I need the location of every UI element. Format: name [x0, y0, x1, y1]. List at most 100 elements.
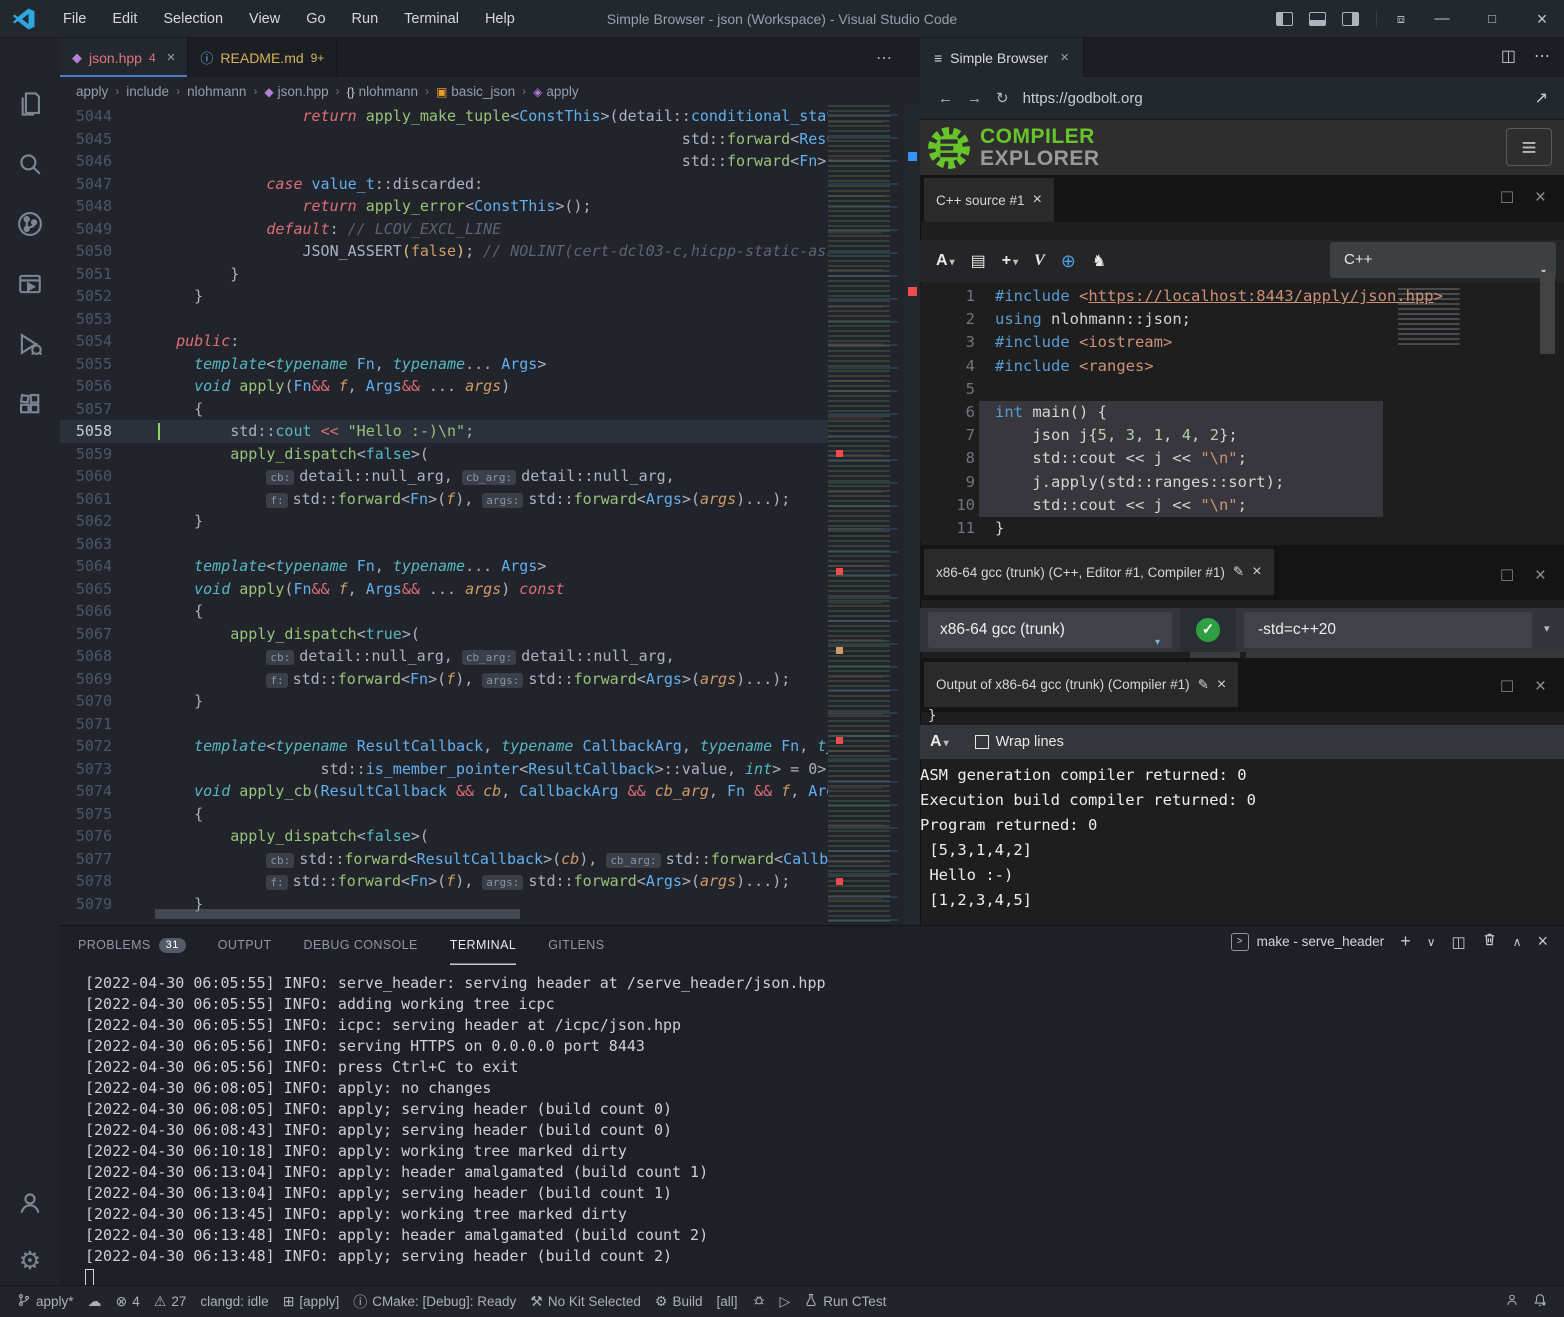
tab-readme.md[interactable]: ⓘREADME.md9+: [188, 38, 337, 77]
status-debug-bug[interactable]: [745, 1292, 773, 1312]
maximize-pane-icon[interactable]: □: [1501, 676, 1512, 698]
new-terminal-icon[interactable]: +: [1400, 931, 1411, 952]
terminal-dropdown-icon[interactable]: ∨: [1427, 935, 1436, 949]
font-size-icon[interactable]: A▾: [936, 252, 955, 270]
status-active-project-folder[interactable]: ⊞[apply]: [276, 1292, 347, 1312]
close-pane-icon[interactable]: ×: [1535, 676, 1546, 698]
toggle-panel-icon[interactable]: [1309, 12, 1326, 26]
status-clangd-idle[interactable]: clangd: idle: [193, 1292, 275, 1312]
panel-tab-terminal[interactable]: TERMINAL: [450, 925, 516, 965]
tab-compiler[interactable]: x86-64 gcc (trunk) (C++, Editor #1, Comp…: [924, 549, 1274, 595]
terminal-output[interactable]: [2022-04-30 06:05:55] INFO: serve_header…: [85, 973, 826, 1288]
status-info-circle[interactable]: ⓘCMake: [Debug]: Ready: [346, 1292, 523, 1312]
settings-gear-icon[interactable]: ⚙: [14, 1245, 46, 1277]
options-dropdown-icon[interactable]: ▾: [1544, 622, 1550, 635]
menu-item-run[interactable]: Run: [339, 0, 392, 38]
breadcrumb-item-nlohmann[interactable]: {}nlohmann: [347, 84, 418, 99]
zoom-icon[interactable]: ⊕: [1061, 251, 1076, 272]
status-feedback-person[interactable]: [1498, 1293, 1526, 1310]
tools-icon[interactable]: ♞: [1092, 251, 1106, 271]
terminal-selector[interactable]: > make - serve_header: [1231, 933, 1385, 951]
maximize-panel-icon[interactable]: ∧: [1513, 935, 1522, 949]
status-launch-play[interactable]: ▷: [773, 1292, 798, 1312]
explorer-icon[interactable]: [14, 88, 46, 120]
close-pane-icon[interactable]: ×: [1217, 676, 1226, 694]
compiler-select[interactable]: x86-64 gcc (trunk) ▾: [928, 612, 1172, 648]
toggle-sidebar-icon[interactable]: [1276, 12, 1293, 26]
breadcrumb-item-nlohmann[interactable]: nlohmann: [187, 84, 246, 99]
menu-item-help[interactable]: Help: [472, 0, 528, 38]
more-actions-kebab-icon[interactable]: ⋯: [1534, 46, 1550, 66]
breadcrumb-item-json.hpp[interactable]: ◆json.hpp: [264, 84, 328, 99]
menu-item-go[interactable]: Go: [293, 0, 338, 38]
horizontal-scrollbar[interactable]: [155, 909, 520, 919]
minimize-button[interactable]: —: [1420, 0, 1464, 38]
tab-cpp-source[interactable]: C++ source #1 ×: [924, 178, 1054, 222]
breadcrumb-item-apply[interactable]: ◈apply: [533, 84, 579, 99]
split-terminal-icon[interactable]: ◫: [1452, 933, 1466, 951]
panel-tab-problems[interactable]: PROBLEMS31: [78, 925, 186, 965]
status-notifications-bell[interactable]: [1526, 1293, 1554, 1310]
live-preview-icon[interactable]: [14, 268, 46, 300]
compiler-options-input[interactable]: -std=c++20: [1244, 612, 1532, 648]
customize-layout-icon[interactable]: ⧈: [1397, 11, 1406, 27]
close-window-button[interactable]: ×: [1520, 0, 1564, 38]
maximize-pane-icon[interactable]: □: [1501, 565, 1512, 587]
close-pane-icon[interactable]: ×: [1033, 191, 1042, 209]
wrap-lines-checkbox[interactable]: [975, 735, 989, 749]
godbolt-scrollbar[interactable]: [1540, 272, 1555, 354]
menu-item-file[interactable]: File: [50, 0, 99, 38]
language-select[interactable]: C++ ▾: [1330, 242, 1556, 278]
minimap[interactable]: [828, 105, 905, 925]
vim-mode-icon[interactable]: V: [1034, 252, 1045, 270]
status-publish-cloud[interactable]: ☁: [81, 1292, 109, 1312]
rename-pane-icon[interactable]: ✎: [1198, 677, 1209, 693]
close-pane-icon[interactable]: ×: [1535, 565, 1546, 587]
close-tab-icon[interactable]: ×: [1060, 49, 1069, 66]
status-build-gear[interactable]: ⚙Build: [648, 1292, 710, 1312]
panel-tab-output[interactable]: OUTPUT: [218, 925, 272, 965]
url-input[interactable]: https://godbolt.org: [1023, 90, 1143, 107]
status-ctest-beaker[interactable]: Run CTest: [797, 1292, 893, 1312]
menu-item-terminal[interactable]: Terminal: [391, 0, 472, 38]
split-editor-icon[interactable]: ◫: [1501, 46, 1516, 66]
hamburger-menu-icon[interactable]: ≡: [1506, 128, 1552, 166]
code-editor[interactable]: 5044 return apply_make_tuple<ConstThis>(…: [60, 105, 828, 925]
maximize-button[interactable]: □: [1470, 0, 1514, 38]
rename-pane-icon[interactable]: ✎: [1233, 564, 1244, 580]
status-kit-tools[interactable]: ⚒No Kit Selected: [523, 1292, 648, 1312]
tab-output[interactable]: Output of x86-64 gcc (trunk) (Compiler #…: [924, 662, 1238, 707]
forward-icon[interactable]: →: [967, 90, 982, 107]
status-errors[interactable]: ⊗4: [109, 1292, 147, 1312]
search-icon[interactable]: [14, 148, 46, 180]
source-control-icon[interactable]: [14, 208, 46, 240]
status--all-[interactable]: [all]: [710, 1292, 745, 1312]
add-pane-icon[interactable]: +▾: [1002, 252, 1018, 270]
breadcrumb-item-include[interactable]: include: [126, 84, 169, 99]
save-icon[interactable]: ▤: [971, 251, 986, 271]
menu-item-edit[interactable]: Edit: [99, 0, 150, 38]
maximize-pane-icon[interactable]: □: [1501, 187, 1512, 209]
panel-tab-debug-console[interactable]: DEBUG CONSOLE: [304, 925, 418, 965]
tab-simple-browser[interactable]: ≡ Simple Browser ×: [920, 38, 1084, 77]
close-tab-icon[interactable]: ×: [167, 49, 176, 66]
extensions-icon[interactable]: [14, 388, 46, 420]
run-debug-icon[interactable]: [14, 328, 46, 360]
breadcrumb-item-apply[interactable]: apply: [76, 84, 108, 99]
panel-tab-gitlens[interactable]: GITLENS: [548, 925, 604, 965]
status-source-branch[interactable]: apply*: [10, 1292, 81, 1312]
accounts-icon[interactable]: [14, 1187, 46, 1219]
menu-item-view[interactable]: View: [236, 0, 293, 38]
close-pane-icon[interactable]: ×: [1535, 187, 1546, 209]
editor-actions-kebab-icon[interactable]: ⋯: [876, 48, 893, 68]
font-size-icon[interactable]: A▾: [930, 733, 949, 751]
tab-json.hpp[interactable]: ◆json.hpp4×: [60, 38, 188, 77]
menu-item-selection[interactable]: Selection: [150, 0, 236, 38]
back-icon[interactable]: ←: [938, 90, 953, 107]
breadcrumb-item-basic_json[interactable]: ▣basic_json: [436, 84, 515, 99]
kill-terminal-icon[interactable]: [1482, 932, 1497, 951]
close-pane-icon[interactable]: ×: [1252, 563, 1261, 581]
status-warnings[interactable]: ⚠27: [147, 1292, 194, 1312]
toggle-secondary-sidebar-icon[interactable]: [1342, 12, 1359, 26]
close-panel-icon[interactable]: ×: [1537, 931, 1548, 952]
